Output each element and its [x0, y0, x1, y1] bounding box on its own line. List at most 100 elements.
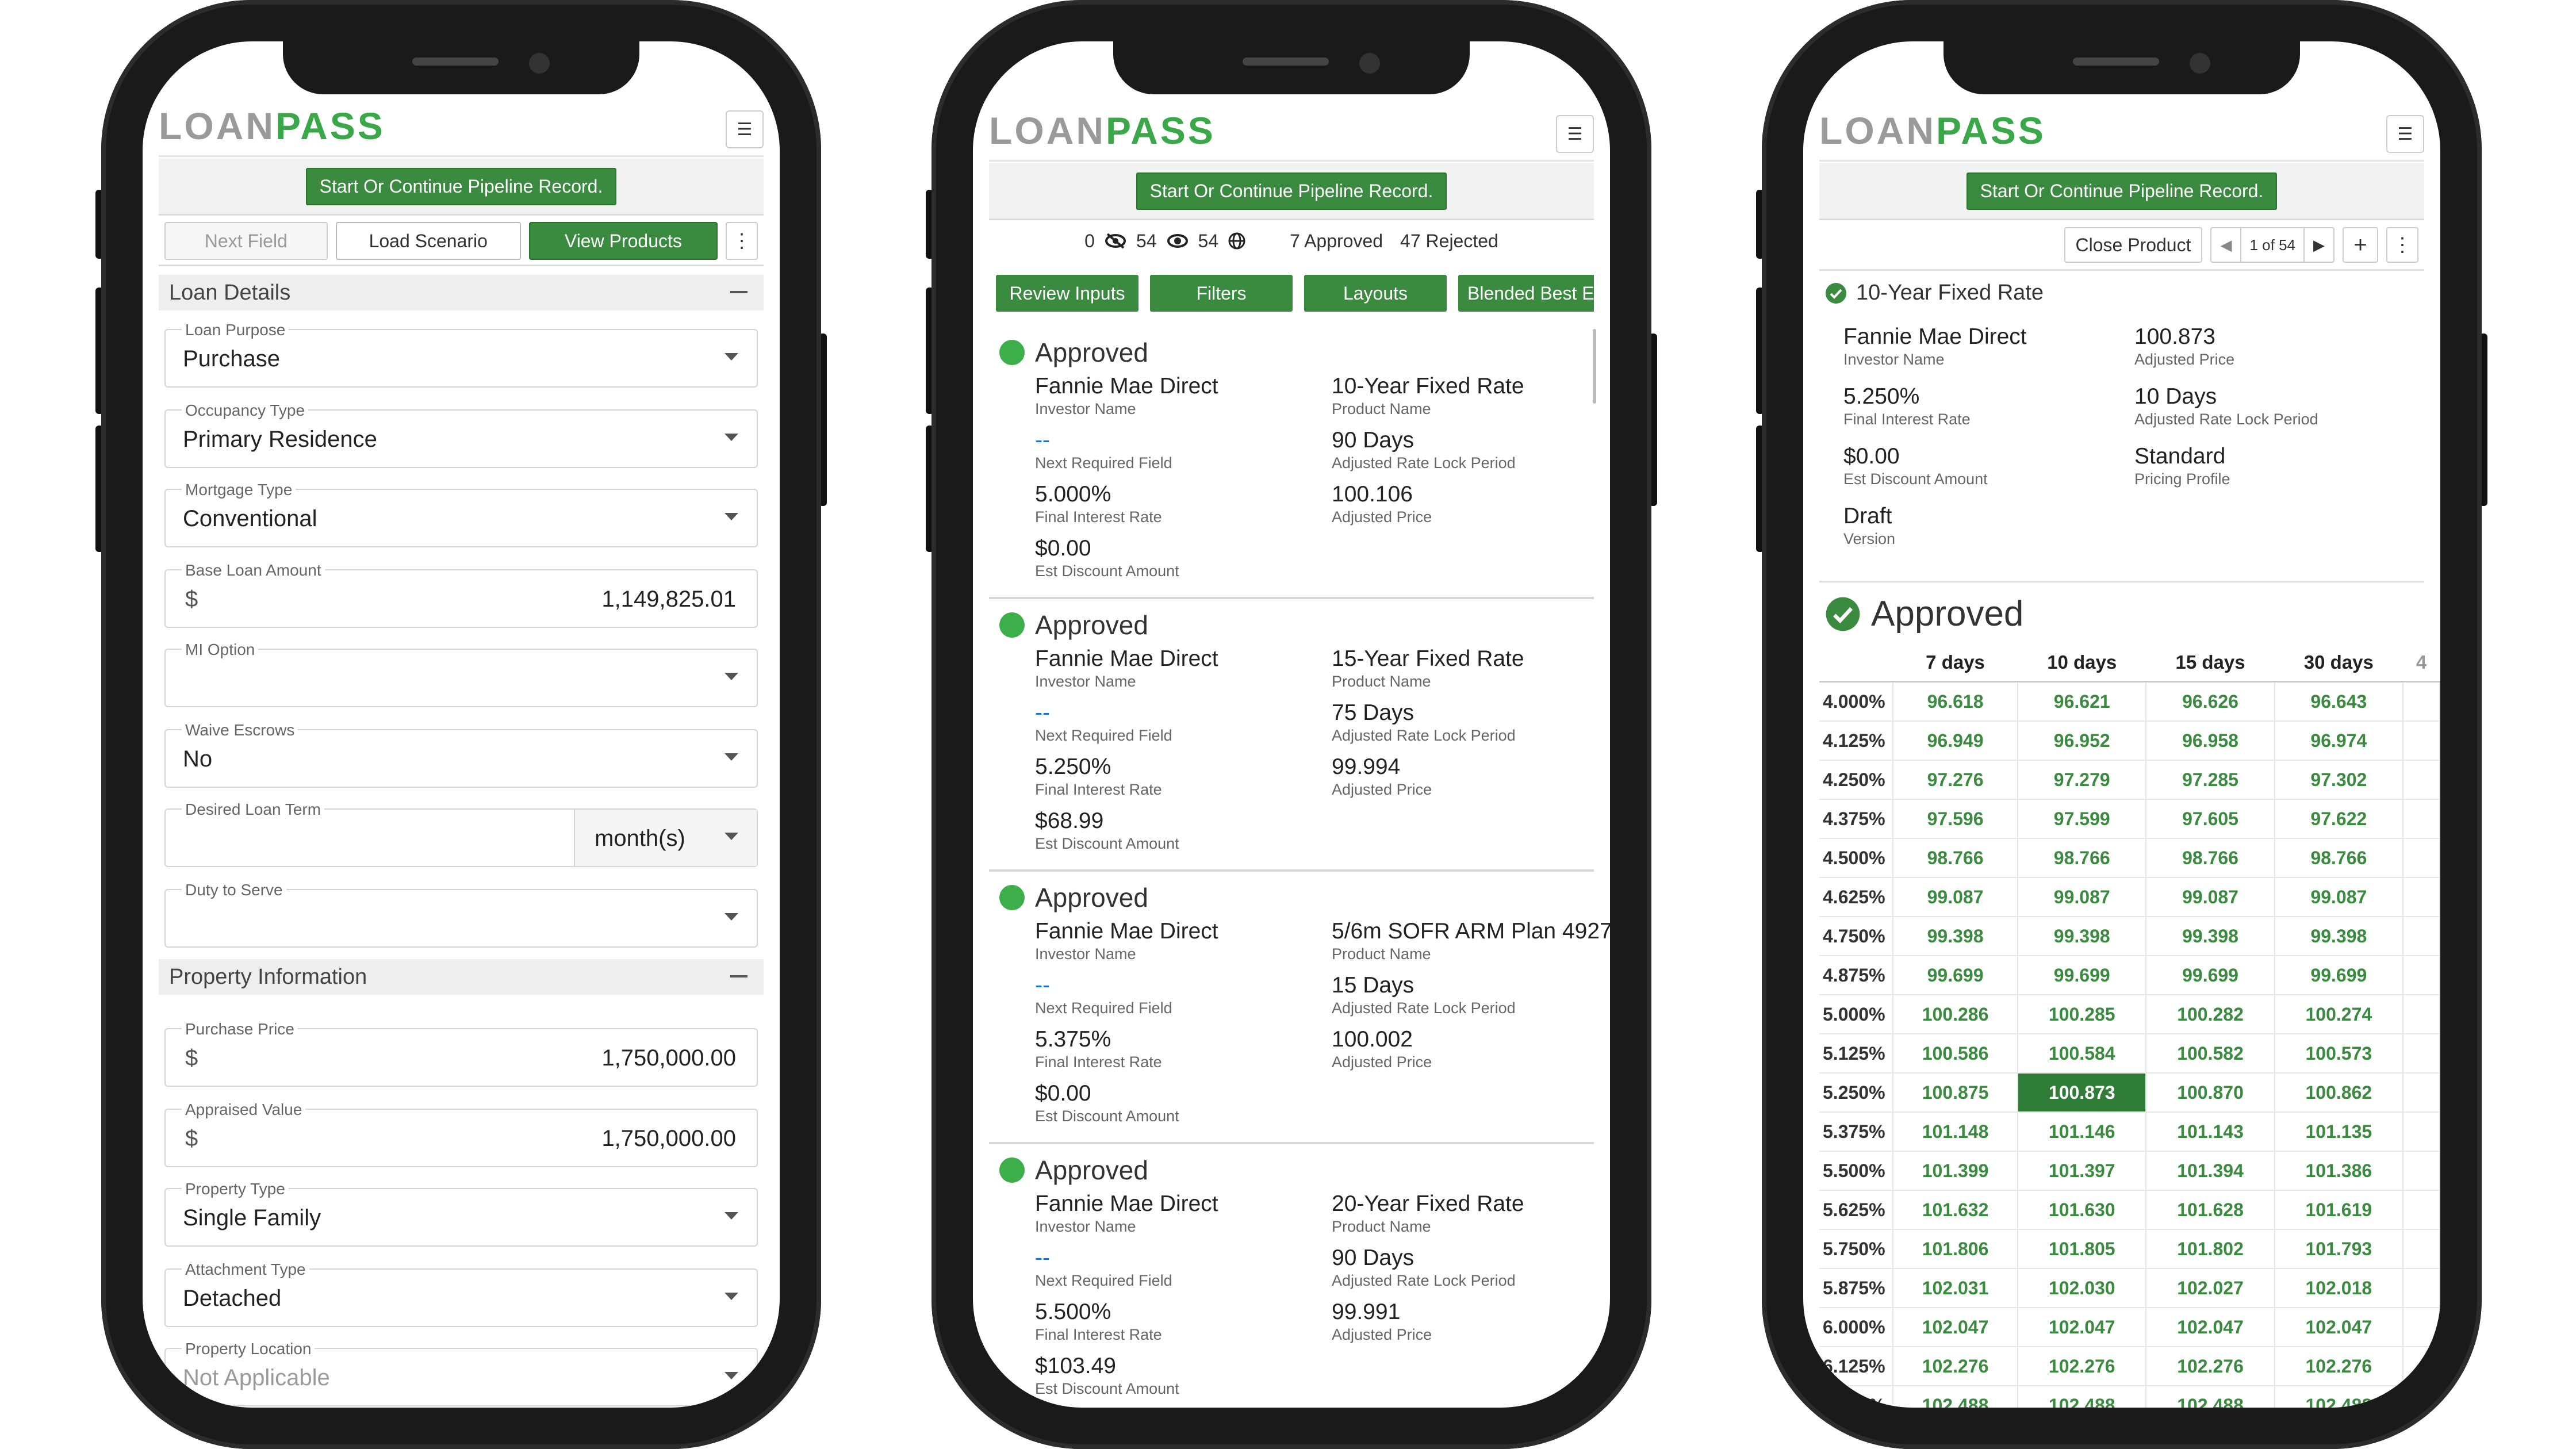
column-header[interactable]: 15 days: [2146, 644, 2275, 683]
price-cell[interactable]: 100.586: [1893, 1034, 2019, 1074]
attachment-type-select[interactable]: Attachment Type Detached: [164, 1260, 758, 1327]
price-cell[interactable]: 102.276: [2274, 1347, 2404, 1386]
column-header[interactable]: 7 days: [1893, 644, 2018, 683]
column-header[interactable]: 10 days: [2018, 644, 2146, 683]
loan-purpose-select[interactable]: Loan Purpose Purchase: [164, 321, 758, 388]
price-cell[interactable]: 99.699: [1893, 956, 2019, 995]
price-cell[interactable]: 102.276: [2018, 1347, 2147, 1386]
price-cell[interactable]: 102.027: [2146, 1268, 2275, 1308]
purchase-price-field[interactable]: Purchase Price $ 1,750,000.00: [164, 1020, 758, 1087]
column-header[interactable]: 30 days: [2274, 644, 2403, 683]
view-products-button[interactable]: View Products: [528, 222, 718, 260]
mi-option-select[interactable]: MI Option: [164, 641, 758, 707]
price-cell[interactable]: 99.087: [2274, 877, 2404, 917]
price-cell[interactable]: 101.146: [2018, 1112, 2147, 1152]
price-cell[interactable]: 102.031: [1893, 1268, 2019, 1308]
price-cell-truncated[interactable]: [2403, 1308, 2440, 1347]
result-card[interactable]: Approved Fannie Mae Direct Investor Name …: [989, 872, 1610, 1144]
price-cell[interactable]: 97.605: [2146, 799, 2275, 839]
price-cell[interactable]: 97.276: [1893, 760, 2019, 800]
price-cell[interactable]: 96.958: [2146, 721, 2275, 761]
price-cell[interactable]: 96.618: [1893, 681, 2019, 722]
price-cell[interactable]: 100.282: [2146, 995, 2275, 1034]
hamburger-icon[interactable]: ☰: [726, 110, 764, 148]
loan-details-section[interactable]: Loan Details: [159, 275, 764, 310]
price-cell-truncated[interactable]: [2403, 721, 2440, 761]
price-cell-truncated[interactable]: [2403, 681, 2440, 722]
review-inputs-button[interactable]: Review Inputs: [996, 275, 1138, 312]
price-cell[interactable]: 99.398: [2274, 917, 2404, 956]
price-cell[interactable]: 97.622: [2274, 799, 2404, 839]
collapse-icon[interactable]: [730, 291, 747, 293]
price-cell[interactable]: 97.302: [2274, 760, 2404, 800]
price-cell-truncated[interactable]: [2403, 1190, 2440, 1230]
price-cell[interactable]: 97.285: [2146, 760, 2275, 800]
filters-button[interactable]: Filters: [1150, 275, 1293, 312]
layouts-button[interactable]: Layouts: [1304, 275, 1447, 312]
occupancy-type-select[interactable]: Occupancy Type Primary Residence: [164, 401, 758, 468]
price-cell[interactable]: 99.398: [2018, 917, 2147, 956]
price-cell[interactable]: 96.621: [2018, 681, 2147, 722]
price-cell[interactable]: 97.599: [2018, 799, 2147, 839]
price-cell[interactable]: 102.488: [2018, 1386, 2147, 1408]
chevron-left-icon[interactable]: ◀: [2211, 236, 2240, 254]
property-location-select[interactable]: Property Location Not Applicable: [164, 1340, 758, 1406]
price-cell-truncated[interactable]: [2403, 1229, 2440, 1269]
price-cell[interactable]: 99.087: [2146, 877, 2275, 917]
price-cell[interactable]: 97.279: [2018, 760, 2147, 800]
result-card[interactable]: Approved Fannie Mae Direct Investor Name …: [989, 327, 1594, 599]
price-cell[interactable]: 100.584: [2018, 1034, 2147, 1074]
price-cell[interactable]: 102.047: [2274, 1308, 2404, 1347]
collapse-icon[interactable]: [730, 975, 747, 977]
more-options-icon[interactable]: ⋮: [2386, 227, 2418, 263]
desired-loan-term-field[interactable]: Desired Loan Term month(s): [164, 800, 758, 867]
price-cell[interactable]: 100.285: [2018, 995, 2147, 1034]
eye-icon[interactable]: [1166, 232, 1189, 250]
price-cell[interactable]: 100.286: [1893, 995, 2019, 1034]
price-cell[interactable]: 102.276: [2146, 1347, 2275, 1386]
result-card[interactable]: Approved Fannie Mae Direct Investor Name …: [989, 1144, 1594, 1408]
price-cell[interactable]: 97.596: [1893, 799, 2019, 839]
price-cell-truncated[interactable]: [2403, 1386, 2440, 1408]
mortgage-type-select[interactable]: Mortgage Type Conventional: [164, 481, 758, 547]
price-cell[interactable]: 98.766: [2018, 838, 2147, 878]
price-cell[interactable]: 99.398: [1893, 917, 2019, 956]
price-cell[interactable]: 102.047: [2146, 1308, 2275, 1347]
price-cell-truncated[interactable]: [2403, 760, 2440, 800]
price-cell-truncated[interactable]: [2403, 799, 2440, 839]
price-cell[interactable]: 100.873: [2018, 1073, 2147, 1113]
price-cell[interactable]: 98.766: [2274, 838, 2404, 878]
price-cell-truncated[interactable]: [2403, 1112, 2440, 1152]
price-cell[interactable]: 102.276: [1893, 1347, 2019, 1386]
property-type-select[interactable]: Property Type Single Family: [164, 1180, 758, 1247]
pipeline-button[interactable]: Start Or Continue Pipeline Record.: [1136, 172, 1447, 210]
eye-slash-icon[interactable]: [1104, 232, 1127, 250]
price-cell[interactable]: 101.806: [1893, 1229, 2019, 1269]
price-cell[interactable]: 101.619: [2274, 1190, 2404, 1230]
price-cell[interactable]: 98.766: [1893, 838, 2019, 878]
result-card[interactable]: Approved Fannie Mae Direct Investor Name …: [989, 599, 1594, 872]
close-product-button[interactable]: Close Product: [2064, 227, 2203, 263]
waive-escrows-select[interactable]: Waive Escrows No: [164, 721, 758, 788]
price-cell-truncated[interactable]: [2403, 1268, 2440, 1308]
base-loan-amount-field[interactable]: Base Loan Amount $ 1,149,825.01: [164, 561, 758, 628]
price-cell[interactable]: 96.974: [2274, 721, 2404, 761]
price-cell[interactable]: 100.573: [2274, 1034, 2404, 1074]
price-cell-truncated[interactable]: [2403, 1151, 2440, 1191]
price-cell[interactable]: 98.766: [2146, 838, 2275, 878]
hamburger-icon[interactable]: ☰: [2386, 115, 2424, 153]
price-cell[interactable]: 101.805: [2018, 1229, 2147, 1269]
chevron-right-icon[interactable]: ▶: [2305, 236, 2333, 254]
price-cell-truncated[interactable]: [2403, 995, 2440, 1034]
column-header[interactable]: 4: [2403, 644, 2440, 683]
price-cell[interactable]: 100.274: [2274, 995, 2404, 1034]
price-cell[interactable]: 102.047: [1893, 1308, 2019, 1347]
pipeline-button[interactable]: Start Or Continue Pipeline Record.: [305, 167, 617, 205]
price-cell[interactable]: 99.699: [2274, 956, 2404, 995]
price-cell[interactable]: 99.699: [2146, 956, 2275, 995]
next-field-button[interactable]: Next Field: [164, 222, 328, 260]
price-cell[interactable]: 99.398: [2146, 917, 2275, 956]
price-cell[interactable]: 102.030: [2018, 1268, 2147, 1308]
blended-best-ex-button[interactable]: Blended Best Ex: [1458, 275, 1594, 312]
price-cell-truncated[interactable]: [2403, 917, 2440, 956]
